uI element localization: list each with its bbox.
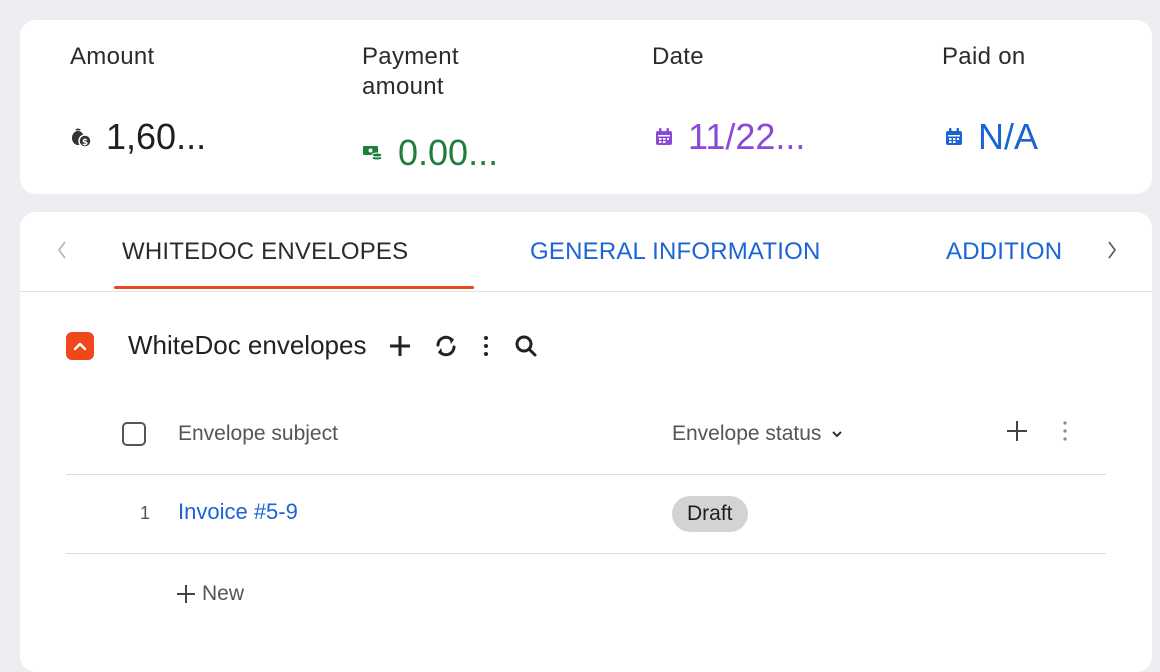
chevron-up-icon — [73, 342, 87, 350]
payment-amount-stat: Payment amount — [362, 42, 512, 102]
amount-stat: Amount — [70, 42, 155, 72]
amount-label: Amount — [70, 43, 155, 70]
more-vertical-icon — [1063, 421, 1067, 441]
paid-on-label: Paid on — [942, 43, 1026, 70]
select-all-checkbox[interactable] — [122, 422, 146, 446]
more-vertical-icon — [484, 335, 489, 356]
calendar-icon — [946, 128, 962, 145]
tabs-scroll-left-button[interactable] — [56, 236, 68, 268]
calendar-icon — [656, 128, 672, 145]
date-text: 11/22... — [688, 116, 806, 157]
chevron-down-icon — [832, 431, 843, 438]
tab-bar: WHITEDOC ENVELOPES GENERAL INFORMATION A… — [20, 212, 1152, 292]
date-value: 11/22... — [654, 116, 805, 158]
section-header: WhiteDoc envelopes — [66, 330, 538, 361]
refresh-button[interactable] — [434, 334, 458, 358]
table-row[interactable]: 1 Invoice #5-9 Draft — [66, 475, 1106, 554]
envelope-subject-link[interactable]: Invoice #5-9 — [178, 499, 298, 525]
add-icon — [177, 585, 195, 603]
add-icon — [1007, 421, 1027, 441]
payment-amount-value: 0.00... — [362, 132, 498, 174]
row-number: 1 — [140, 503, 151, 523]
section-title: WhiteDoc envelopes — [128, 330, 367, 360]
tab-additional[interactable]: ADDITION — [946, 238, 1062, 266]
tabs-scroll-right-button[interactable] — [1102, 236, 1118, 268]
money-bag-icon: $ — [72, 128, 92, 148]
amount-text: 1,60... — [106, 116, 207, 157]
details-card: WHITEDOC ENVELOPES GENERAL INFORMATION A… — [20, 212, 1152, 672]
svg-text:$: $ — [82, 138, 88, 148]
paid-on-value: N/A — [944, 116, 1038, 158]
envelopes-table: Envelope subject Envelope status 1 Invoi… — [66, 392, 1106, 634]
date-stat: Date — [652, 42, 704, 72]
new-record-button[interactable]: New — [176, 582, 244, 606]
new-record-label: New — [202, 582, 245, 605]
payment-amount-label: Payment amount — [362, 43, 459, 100]
tab-general-information[interactable]: GENERAL INFORMATION — [530, 238, 821, 266]
table-header: Envelope subject Envelope status — [66, 392, 1106, 475]
refresh-icon — [436, 335, 456, 356]
paid-on-stat: Paid on — [942, 42, 1026, 72]
active-tab-indicator — [114, 286, 474, 289]
column-header-envelope-status[interactable]: Envelope status — [672, 422, 843, 446]
column-header-envelope-subject[interactable]: Envelope subject — [178, 422, 338, 446]
summary-card: Amount $ 1,60... Payment amount 0.00... … — [20, 20, 1152, 194]
add-column-button[interactable] — [1006, 420, 1028, 447]
search-icon — [515, 335, 537, 356]
amount-value: $ 1,60... — [70, 116, 206, 158]
tab-overflow-fade — [1062, 212, 1102, 290]
chevron-right-icon — [1108, 241, 1116, 259]
new-row: New — [66, 554, 1106, 634]
collapse-section-button[interactable] — [66, 331, 94, 360]
add-envelope-button[interactable] — [388, 334, 412, 358]
chevron-left-icon — [58, 241, 66, 259]
payment-amount-text: 0.00... — [398, 132, 499, 173]
add-icon — [390, 335, 411, 356]
column-header-envelope-status-label: Envelope status — [672, 422, 822, 445]
paid-on-text: N/A — [978, 116, 1039, 157]
more-options-button[interactable] — [482, 334, 490, 358]
status-badge: Draft — [672, 496, 748, 532]
money-bills-icon — [363, 146, 383, 161]
column-options-button[interactable] — [1062, 420, 1068, 447]
search-button[interactable] — [514, 334, 538, 358]
tab-whitedoc-envelopes[interactable]: WHITEDOC ENVELOPES — [122, 238, 408, 266]
date-label: Date — [652, 43, 704, 70]
